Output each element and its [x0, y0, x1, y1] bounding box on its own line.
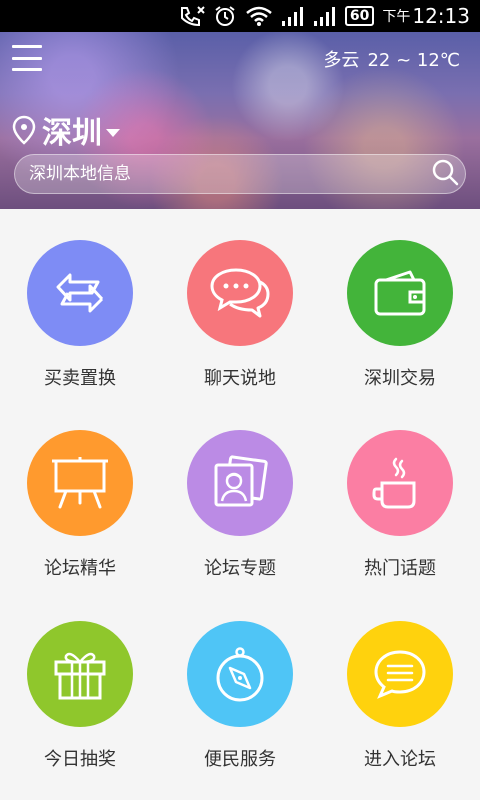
tile-icon-bg [27, 430, 133, 536]
tile-label: 论坛精华 [44, 558, 116, 579]
gift-icon [54, 652, 106, 700]
status-ampm: 下午 [382, 9, 411, 25]
tile-services[interactable]: 便民服务 [160, 621, 320, 771]
signal-icon-2 [313, 5, 337, 27]
tile-featured[interactable]: 论坛精华 [0, 430, 160, 580]
message-icon [374, 650, 426, 699]
search-button[interactable] [425, 154, 465, 194]
tile-label: 便民服务 [204, 749, 276, 770]
tile-lottery[interactable]: 今日抽奖 [0, 621, 160, 771]
menu-button[interactable] [12, 45, 42, 71]
tile-label: 深圳交易 [364, 368, 436, 389]
search-icon [431, 158, 459, 190]
tile-label: 买卖置换 [44, 368, 116, 389]
tile-icon-bg [27, 240, 133, 346]
tile-trade-swap[interactable]: 买卖置换 [0, 240, 160, 390]
easel-icon [52, 457, 108, 509]
weather-condition: 多云 [323, 50, 360, 71]
swap-arrows-icon [56, 273, 104, 313]
tile-icon-bg [347, 430, 453, 536]
tile-label: 热门话题 [364, 558, 436, 579]
tile-icon-bg [187, 430, 293, 536]
header-banner: 多云 22 ~ 12℃ 深圳 [0, 32, 480, 209]
chevron-down-icon [106, 129, 120, 137]
city-selector[interactable]: 深圳 [12, 108, 120, 152]
weather-info: 多云 22 ~ 12℃ [323, 46, 460, 72]
battery-indicator: 60 [344, 6, 375, 26]
tile-label: 论坛专题 [204, 558, 276, 579]
tile-trade[interactable]: 深圳交易 [320, 240, 480, 390]
tile-label: 进入论坛 [364, 749, 436, 770]
tile-hot-topics[interactable]: 热门话题 [320, 430, 480, 580]
status-time: 12:13 [412, 4, 470, 28]
tile-topics[interactable]: 论坛专题 [160, 430, 320, 580]
signal-icon [281, 5, 305, 27]
tile-icon-bg [347, 621, 453, 727]
alarm-icon [213, 5, 237, 27]
tile-chat[interactable]: 聊天说地 [160, 240, 320, 390]
menu-bar [12, 45, 42, 48]
tile-enter-forum[interactable]: 进入论坛 [320, 621, 480, 771]
tile-icon-bg [187, 240, 293, 346]
location-pin-icon [12, 115, 36, 145]
tile-icon-bg [27, 621, 133, 727]
tile-icon-bg [347, 240, 453, 346]
tile-label: 聊天说地 [204, 368, 276, 389]
photo-portrait-icon [214, 455, 268, 507]
search-input[interactable] [29, 164, 425, 184]
tile-label: 今日抽奖 [44, 749, 116, 770]
weather-temperature: 22 ~ 12℃ [367, 50, 460, 71]
menu-bar [12, 68, 42, 71]
wifi-icon [245, 5, 273, 27]
status-bar: 60 下午 12:13 [0, 0, 480, 32]
compass-icon [216, 647, 264, 702]
menu-bar [12, 56, 42, 60]
call-icon [179, 5, 205, 27]
city-name: 深圳 [42, 116, 102, 151]
search-bar [14, 154, 466, 194]
coffee-cup-icon [372, 457, 416, 509]
chat-bubbles-icon [210, 268, 270, 318]
wallet-icon [374, 270, 426, 316]
tile-icon-bg [187, 621, 293, 727]
feature-grid: 买卖置换 聊天说地 深圳交易 论坛精华 论坛专题 热门话题 今日抽奖 便民服务 … [0, 209, 480, 800]
